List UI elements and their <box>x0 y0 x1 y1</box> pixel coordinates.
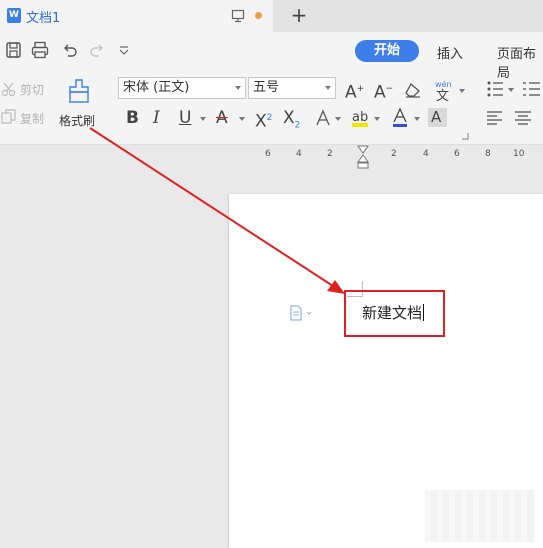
unsaved-indicator <box>255 12 262 19</box>
ruler-tick-label: 6 <box>265 149 271 159</box>
font-size-value: 五号 <box>253 80 280 95</box>
paragraph-icon[interactable] <box>289 305 313 321</box>
underline-icon[interactable]: U <box>179 108 191 128</box>
ruler-tick-label: 2 <box>327 149 333 159</box>
highlight-icon[interactable]: ab <box>350 108 372 128</box>
font-color-icon[interactable] <box>391 107 409 129</box>
chevron-down-icon[interactable] <box>414 117 420 121</box>
font-family-value: 宋体 (正文) <box>123 80 190 95</box>
chevron-down-icon <box>235 86 241 90</box>
plus-icon[interactable]: + <box>287 3 311 27</box>
chevron-down-icon[interactable] <box>239 117 245 121</box>
tab-bar: W 文档1 + <box>0 0 543 32</box>
numbering-icon[interactable] <box>522 80 542 98</box>
document-tab-title: 文档1 <box>26 11 61 26</box>
italic-icon[interactable]: I <box>153 108 160 128</box>
font-family-select[interactable]: 宋体 (正文) <box>118 77 246 99</box>
bold-icon[interactable]: B <box>126 108 139 128</box>
annotation-highlight-box <box>344 290 445 337</box>
doc-icon: W <box>7 8 21 23</box>
horizontal-ruler <box>0 145 543 163</box>
tab-home[interactable]: 开始 <box>355 40 419 62</box>
chevron-down-icon <box>325 86 331 90</box>
char-shading-icon[interactable]: A <box>428 108 447 127</box>
undo-icon[interactable] <box>60 40 80 60</box>
ruler-tick-label: 4 <box>296 149 302 159</box>
copy-label[interactable]: 复制 <box>20 110 44 127</box>
indent-marker[interactable] <box>357 145 369 169</box>
ruler-tick-label: 8 <box>485 149 491 159</box>
svg-text:ab: ab <box>352 110 368 125</box>
chevron-down-icon[interactable] <box>374 117 380 121</box>
superscript-icon[interactable]: X2 <box>255 108 272 132</box>
tab-page-layout[interactable]: 页面布局 <box>497 43 543 81</box>
customize-icon[interactable] <box>114 40 134 60</box>
shrink-font-icon[interactable]: A− <box>374 79 393 103</box>
ruler-tick-label: 10 <box>513 149 525 159</box>
svg-text:wén: wén <box>435 79 452 89</box>
redo-icon[interactable] <box>87 40 107 60</box>
clear-format-icon[interactable] <box>404 81 422 99</box>
strikethrough-icon[interactable]: A <box>216 108 228 128</box>
watermark-blur <box>425 490 535 542</box>
align-left-icon[interactable] <box>486 109 504 127</box>
font-dialog-launcher-icon[interactable] <box>461 132 469 140</box>
grow-font-icon[interactable]: A+ <box>345 79 364 103</box>
scissors-icon[interactable] <box>0 80 18 98</box>
align-center-icon[interactable] <box>514 109 532 127</box>
ruler-tick-label: 4 <box>423 149 429 159</box>
monitor-icon[interactable] <box>231 9 245 23</box>
ruler-tick-label: 6 <box>454 149 460 159</box>
format-painter-button[interactable]: 格式刷 <box>59 112 95 129</box>
chevron-down-icon[interactable] <box>508 88 514 92</box>
chevron-down-icon[interactable] <box>459 89 465 93</box>
bullets-icon[interactable] <box>486 80 506 98</box>
font-size-select[interactable]: 五号 <box>248 77 336 99</box>
ruler-tick-label: 2 <box>391 149 397 159</box>
print-icon[interactable] <box>30 40 50 60</box>
chevron-down-icon[interactable] <box>200 117 206 121</box>
save-icon[interactable] <box>4 40 24 60</box>
text-effect-icon[interactable] <box>314 109 332 127</box>
document-tab[interactable]: W 文档1 <box>0 0 273 32</box>
cut-label[interactable]: 剪切 <box>20 81 44 98</box>
copy-icon[interactable] <box>0 108 18 126</box>
phonetic-guide-icon[interactable]: wén 文 <box>432 78 454 102</box>
subscript-icon[interactable]: X2 <box>283 108 300 135</box>
svg-text:文: 文 <box>436 89 449 102</box>
tab-insert[interactable]: 插入 <box>437 43 463 62</box>
paint-brush-icon[interactable] <box>66 78 92 104</box>
chevron-down-icon[interactable] <box>335 117 341 121</box>
